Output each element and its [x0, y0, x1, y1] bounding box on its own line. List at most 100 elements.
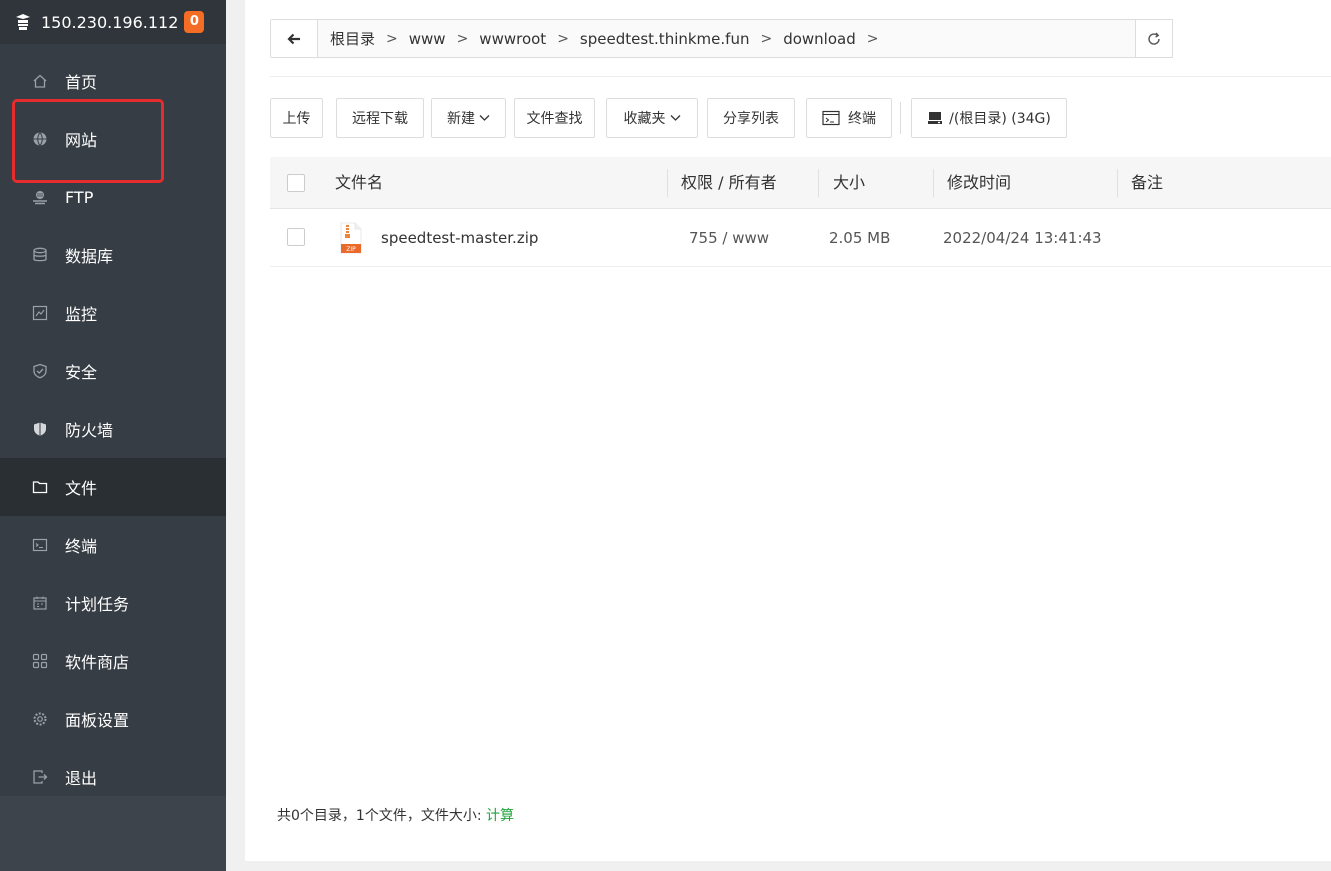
sidebar-item-label: 防火墙: [65, 421, 114, 440]
terminal-button[interactable]: 终端: [806, 98, 892, 138]
breadcrumb-download[interactable]: download: [781, 30, 858, 48]
sidebar-item-label: 监控: [65, 305, 98, 324]
sidebar-item-ftp[interactable]: FTP: [0, 168, 226, 226]
breadcrumb: 根目录 > www > wwwroot > speedtest.thinkme.…: [318, 28, 887, 49]
column-divider: [667, 169, 668, 197]
apps-grid-icon: [31, 652, 49, 670]
file-search-button[interactable]: 文件查找: [514, 98, 595, 138]
row-checkbox[interactable]: [287, 228, 305, 246]
sidebar-item-label: 数据库: [65, 247, 114, 266]
file-search-label: 文件查找: [526, 111, 583, 127]
sidebar-item-label: 退出: [65, 769, 98, 788]
sidebar-item-label: 网站: [65, 131, 98, 150]
sidebar-item-website[interactable]: 网站: [0, 110, 226, 168]
column-header-name[interactable]: 文件名: [335, 157, 383, 209]
sidebar-item-files[interactable]: 文件: [0, 458, 226, 516]
back-button[interactable]: [271, 20, 318, 57]
path-bar: 根目录 > www > wwwroot > speedtest.thinkme.…: [270, 19, 1172, 58]
breadcrumb-separator: >: [760, 30, 773, 47]
refresh-icon: [1148, 32, 1160, 45]
sidebar-item-label: 面板设置: [65, 711, 130, 730]
sidebar-header: 150.230.196.112 0: [0, 0, 226, 44]
column-header-size[interactable]: 大小: [833, 157, 865, 209]
status-summary: 共0个目录，1个文件，文件大小:: [277, 808, 486, 824]
column-header-modified[interactable]: 修改时间: [947, 157, 1011, 209]
breadcrumb-separator: >: [456, 30, 469, 47]
notification-badge[interactable]: 0: [184, 11, 205, 33]
remote-download-label: 远程下载: [352, 111, 408, 127]
share-list-button[interactable]: 分享列表: [707, 98, 795, 138]
column-header-permission[interactable]: 权限 / 所有者: [681, 157, 777, 209]
sidebar-item-firewall[interactable]: 防火墙: [0, 400, 226, 458]
refresh-button[interactable]: [1135, 19, 1173, 58]
arrow-left-icon: [287, 33, 300, 44]
breadcrumb-root[interactable]: 根目录: [328, 28, 377, 49]
ftp-icon: [31, 188, 49, 206]
divider: [270, 76, 1331, 77]
sidebar-item-cron[interactable]: 计划任务: [0, 574, 226, 632]
table-row[interactable]: ZIP speedtest-master.zip 755 / www 2.05 …: [270, 209, 1331, 267]
sidebar-item-label: 文件: [65, 479, 98, 498]
gear-icon: [31, 710, 49, 728]
sidebar-menu: 首页 网站 FTP 数据库 监控 安全 防火墙 文件 终端 计划任务 软件商店 …: [0, 52, 226, 806]
sidebar: 150.230.196.112 0 首页 网站 FTP 数据库 监控 安全 防火…: [0, 0, 226, 871]
bt-logo-icon: [16, 14, 30, 30]
sidebar-item-app-store[interactable]: 软件商店: [0, 632, 226, 690]
home-icon: [31, 72, 49, 90]
column-divider: [818, 169, 819, 197]
svg-text:ZIP: ZIP: [346, 246, 356, 253]
zip-file-icon: ZIP: [340, 222, 362, 254]
sidebar-item-home[interactable]: 首页: [0, 52, 226, 110]
terminal-icon: [822, 110, 840, 126]
status-bar: 共0个目录，1个文件，文件大小: 计算: [277, 805, 514, 825]
firewall-shield-icon: [31, 420, 49, 438]
column-header-note: 备注: [1131, 173, 1164, 192]
calendar-icon: [31, 594, 49, 612]
sidebar-item-security[interactable]: 安全: [0, 342, 226, 400]
upload-button[interactable]: 上传: [270, 98, 323, 138]
breadcrumb-site[interactable]: speedtest.thinkme.fun: [578, 30, 752, 48]
remote-download-button[interactable]: 远程下载: [336, 98, 424, 138]
file-name[interactable]: speedtest-master.zip: [381, 209, 538, 267]
file-permission[interactable]: 755 / www: [689, 209, 769, 267]
sidebar-item-label: FTP: [65, 187, 94, 207]
breadcrumb-www[interactable]: www: [407, 30, 448, 48]
sidebar-item-panel-settings[interactable]: 面板设置: [0, 690, 226, 748]
sidebar-item-label: 计划任务: [65, 595, 130, 614]
globe-icon: [31, 130, 49, 148]
favorites-dropdown-button[interactable]: 收藏夹: [606, 98, 698, 138]
sidebar-item-label: 软件商店: [65, 653, 130, 672]
sidebar-item-database[interactable]: 数据库: [0, 226, 226, 284]
breadcrumb-separator: >: [386, 30, 398, 47]
sidebar-item-label: 安全: [65, 363, 98, 382]
terminal-icon: [31, 536, 49, 554]
select-all-checkbox[interactable]: [287, 174, 305, 192]
sidebar-item-terminal[interactable]: 终端: [0, 516, 226, 574]
new-dropdown-button[interactable]: 新建: [431, 98, 506, 138]
share-list-label: 分享列表: [723, 111, 779, 127]
file-modified-time: 2022/04/24 13:41:43: [943, 229, 1102, 247]
sidebar-item-label: 终端: [65, 537, 98, 556]
file-table-header: 文件名 权限 / 所有者 大小 修改时间 备注: [270, 157, 1331, 209]
file-size: 2.05 MB: [829, 229, 891, 247]
breadcrumb-wwwroot[interactable]: wwwroot: [477, 30, 548, 48]
disk-selector-button[interactable]: /(根目录) (34G): [911, 98, 1067, 138]
chevron-down-icon: [479, 115, 490, 121]
file-manager-panel: 根目录 > www > wwwroot > speedtest.thinkme.…: [245, 0, 1331, 861]
sidebar-item-label: 首页: [65, 73, 98, 92]
breadcrumb-separator: >: [866, 30, 879, 47]
database-icon: [31, 246, 49, 264]
breadcrumb-separator: >: [557, 30, 569, 47]
sidebar-item-monitor[interactable]: 监控: [0, 284, 226, 342]
toolbar-divider: [900, 102, 901, 134]
favorites-label: 收藏夹: [623, 111, 666, 127]
new-button-label: 新建: [447, 111, 475, 127]
disk-label: /(根目录) (34G): [949, 111, 1051, 127]
column-divider: [933, 169, 934, 197]
folder-icon: [31, 478, 49, 496]
terminal-label: 终端: [848, 111, 876, 127]
calculate-size-link[interactable]: 计算: [486, 808, 514, 824]
sidebar-footer: [0, 796, 226, 871]
monitor-icon: [31, 304, 49, 322]
chevron-down-icon: [670, 115, 680, 121]
